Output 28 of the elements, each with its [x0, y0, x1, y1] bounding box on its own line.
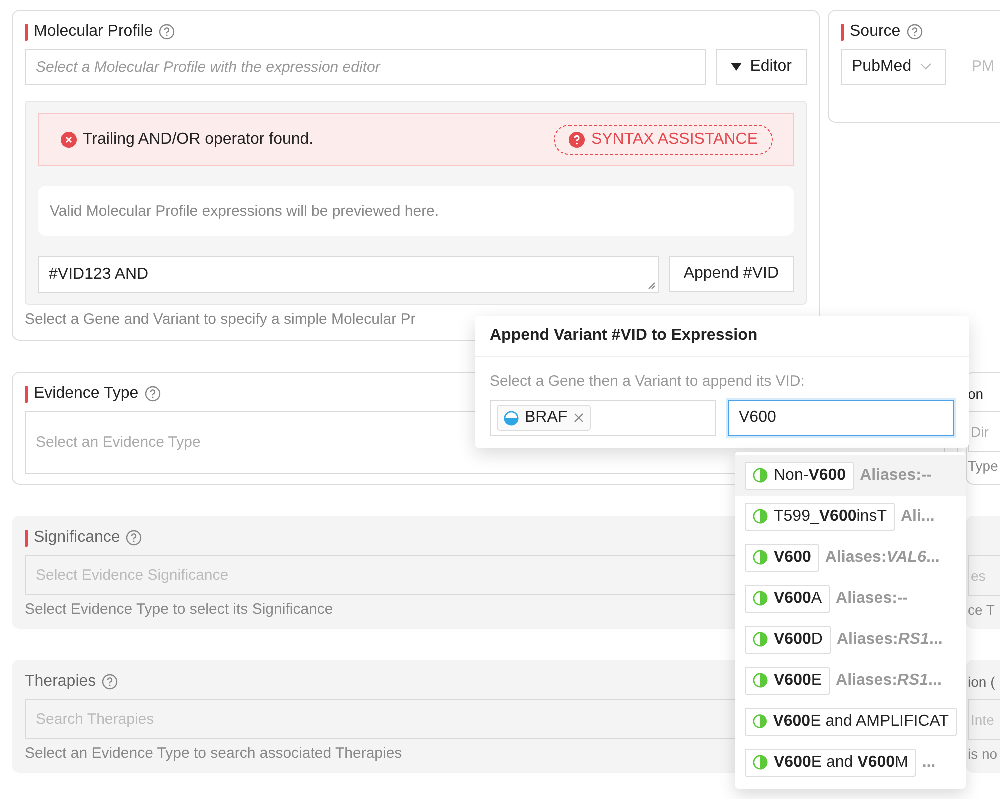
field-label: ion ( [968, 674, 996, 690]
field-label: Source [850, 23, 901, 41]
variant-aliases: Aliases:-- [860, 466, 932, 484]
field-label: Therapies [25, 673, 96, 691]
variant-name: V600E [774, 672, 822, 690]
help-text: Select Evidence Type to select its Significance [25, 601, 334, 618]
expression-preview: Valid Molecular Profile expressions will be previewed here. [38, 186, 794, 236]
help-text: Type [968, 458, 998, 474]
field-label: Evidence Type [34, 385, 139, 403]
popover-title: Append Variant #VID to Expression [475, 316, 969, 357]
popover-prompt: Select a Gene then a Variant to append its VID: [490, 373, 805, 390]
variant-aliases: Ali... [900, 508, 935, 526]
error-text: Trailing AND/OR operator found. [83, 130, 314, 148]
field-label: on [968, 386, 984, 402]
help-text: ce T [968, 602, 995, 618]
variant-name: V600E and V600M [774, 754, 908, 772]
variant-name: V600D [774, 630, 823, 648]
variant-name: T599_V600insT [774, 508, 887, 526]
help-text: Select an Evidence Type to search associated Therapies [25, 745, 402, 762]
help-text: is no [968, 746, 998, 762]
variant-aliases: Aliases:RS1... [836, 672, 942, 690]
gene-name: BRAF [525, 409, 568, 427]
variant-aliases: Aliases:RS1... [836, 630, 943, 648]
field-label: Significance [34, 529, 120, 547]
variant-aliases: ... [922, 754, 936, 772]
field-label: Molecular Profile [34, 23, 154, 41]
variant-name: Non-V600 [774, 466, 846, 484]
help-text: Select a Gene and Variant to specify a simple Molecular Pr [25, 311, 416, 328]
